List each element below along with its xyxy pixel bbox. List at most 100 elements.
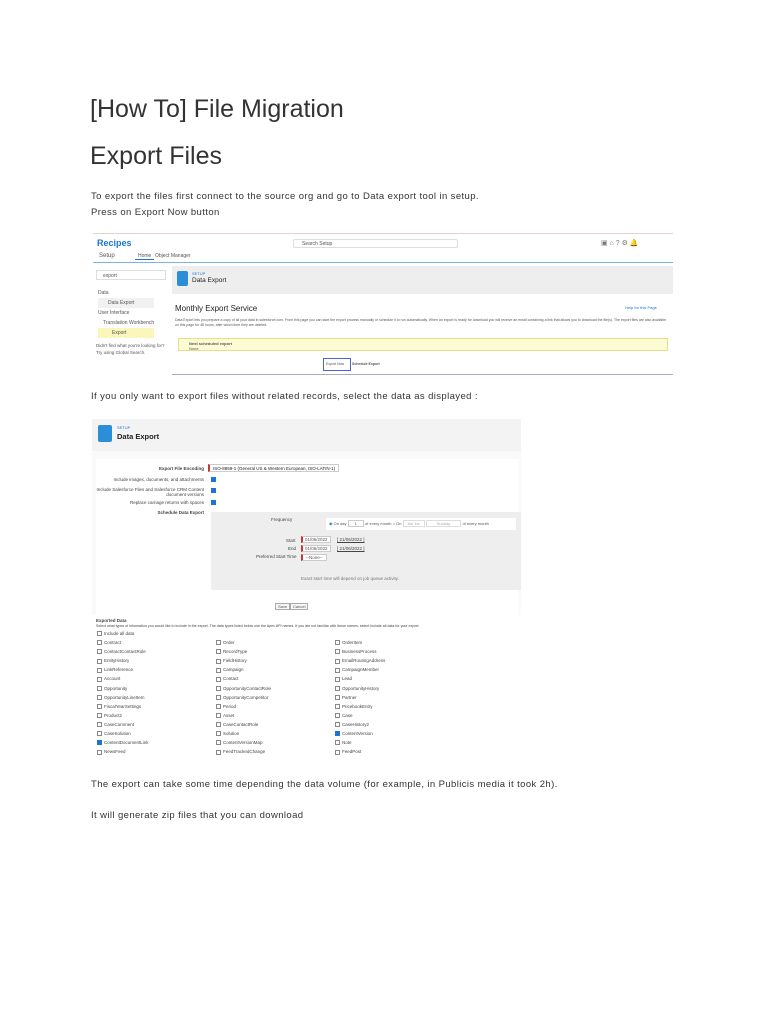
checkbox-label: Account [104,676,121,682]
end-date-input[interactable]: 01/06/2022 [301,545,331,552]
export-item-checkbox[interactable]: Contact [216,676,239,682]
description: Data Export lets you prepare a copy of a… [175,318,667,327]
checkbox[interactable] [216,649,221,655]
checkbox[interactable] [97,704,102,709]
export-item-checkbox[interactable]: Partner [335,695,357,700]
checkbox[interactable] [97,731,102,737]
section-heading: Export Files [90,142,222,170]
save-button[interactable]: Save [275,603,291,610]
export-item-checkbox[interactable]: FeedTrackedChange [216,749,265,755]
export-item-checkbox[interactable]: CampaignMember [335,667,379,673]
checkbox[interactable] [216,704,221,709]
export-item-checkbox[interactable]: Case [335,713,353,719]
checkbox[interactable] [97,749,102,755]
export-item-checkbox[interactable]: CaseComment [97,722,134,728]
export-item-checkbox[interactable]: Product2 [97,713,122,719]
export-item-checkbox[interactable]: FiscalYearSettings [97,704,141,709]
checkbox[interactable] [335,649,340,655]
checkbox[interactable] [97,740,102,746]
include-all-checkbox[interactable]: Include all data [97,631,134,637]
checkbox[interactable] [216,694,221,700]
checkbox[interactable] [216,731,221,737]
export-item-checkbox[interactable]: Account [97,676,121,682]
checkbox-label: ContentVersion [342,731,373,736]
schedule-panel: Frequency ◉ On day 1 of every month ○ On… [211,512,521,590]
export-item-checkbox[interactable]: Contract [97,640,121,646]
export-item-checkbox[interactable]: ContentDocumentLink [97,740,149,746]
checkbox[interactable] [97,722,102,728]
export-item-checkbox[interactable]: EntityHistory [97,658,129,664]
start-time-select[interactable]: --None-- [301,554,327,561]
checkbox-include-files[interactable] [211,488,216,493]
checkbox[interactable] [216,676,221,682]
export-item-checkbox[interactable]: Period [216,704,236,709]
checkbox[interactable] [335,658,340,664]
checkbox[interactable] [335,722,340,728]
encoding-select[interactable]: ISO-8859-1 (General US & Western Europea… [208,464,340,472]
checkbox[interactable] [216,667,221,673]
export-item-checkbox[interactable]: ContractContactRole [97,649,146,655]
start-date-input[interactable]: 01/06/2022 [301,536,331,543]
checkbox[interactable] [216,685,221,691]
export-item-checkbox[interactable]: OpportunityCompetitor [216,695,268,700]
notice: Next scheduled export None [178,338,668,351]
checkbox[interactable] [216,749,221,755]
export-now-button[interactable]: Export Now [323,358,351,371]
checkbox[interactable] [216,740,221,746]
cancel-button[interactable]: Cancel [290,603,309,610]
export-item-checkbox[interactable]: CaseSolution [97,731,131,737]
checkbox[interactable] [97,667,102,673]
export-item-checkbox[interactable]: ContentVersionMap [216,740,263,746]
export-item-checkbox[interactable]: Campaign [216,667,244,673]
checkbox-include-images[interactable] [211,477,216,482]
schedule-export-button[interactable]: Schedule Export [352,362,380,366]
export-item-checkbox[interactable]: FeedPost [335,749,361,755]
checkbox-replace-returns[interactable] [211,500,216,505]
export-item-checkbox[interactable]: NewsFeed [97,749,126,755]
checkbox[interactable] [335,740,340,746]
checkbox-label: EmailRoutingAddress [342,658,386,664]
checkbox[interactable] [335,676,340,682]
export-item-checkbox[interactable]: Lead [335,676,352,682]
checkbox[interactable] [335,704,340,709]
checkbox[interactable] [335,667,340,673]
export-item-checkbox[interactable]: LinkReference [97,667,133,673]
export-item-checkbox[interactable]: CaseContactRole [216,722,258,728]
export-item-checkbox[interactable]: BusinessProcess [335,649,377,655]
export-item-checkbox[interactable]: OpportunityHistory [335,686,379,691]
checkbox[interactable] [97,640,102,646]
help-link[interactable]: Help for this Page [625,305,657,310]
export-item-checkbox[interactable]: RecordType [216,649,247,655]
export-item-checkbox[interactable]: CaseHistory2 [335,722,369,728]
export-item-checkbox[interactable]: OpportunityContactRole [216,686,271,691]
checkbox[interactable] [216,713,221,719]
checkbox[interactable] [216,722,221,728]
screenshot-data-export-settings: SETUP Data Export Export File Encoding I… [92,419,521,762]
checkbox[interactable] [335,731,340,737]
export-item-checkbox[interactable]: Opportunity [97,686,127,691]
checkbox[interactable] [97,685,102,691]
checkbox[interactable] [335,685,340,691]
checkbox[interactable] [97,649,102,655]
checkbox[interactable] [335,749,340,755]
export-item-checkbox[interactable]: EmailRoutingAddress [335,658,386,664]
checkbox[interactable] [335,640,340,646]
checkbox[interactable] [97,694,102,700]
checkbox[interactable] [335,694,340,700]
checkbox[interactable] [216,658,221,664]
checkbox[interactable] [216,640,221,646]
export-item-checkbox[interactable]: Solution [216,731,239,737]
export-item-checkbox[interactable]: PricebookEntry [335,704,373,709]
checkbox[interactable] [97,713,102,719]
checkbox[interactable] [97,658,102,664]
export-item-checkbox[interactable]: OrderItem [335,640,362,646]
export-item-checkbox[interactable]: FieldHistory [216,658,247,664]
export-item-checkbox[interactable]: ContentVersion [335,731,373,737]
export-item-checkbox[interactable]: Order [216,640,235,646]
export-item-checkbox[interactable]: Asset [216,713,234,719]
checkbox-label: ContentDocumentLink [104,740,149,746]
checkbox[interactable] [335,713,340,719]
checkbox[interactable] [97,676,102,682]
export-item-checkbox[interactable]: Note [335,740,352,746]
export-item-checkbox[interactable]: OpportunityLineItem [97,695,145,700]
